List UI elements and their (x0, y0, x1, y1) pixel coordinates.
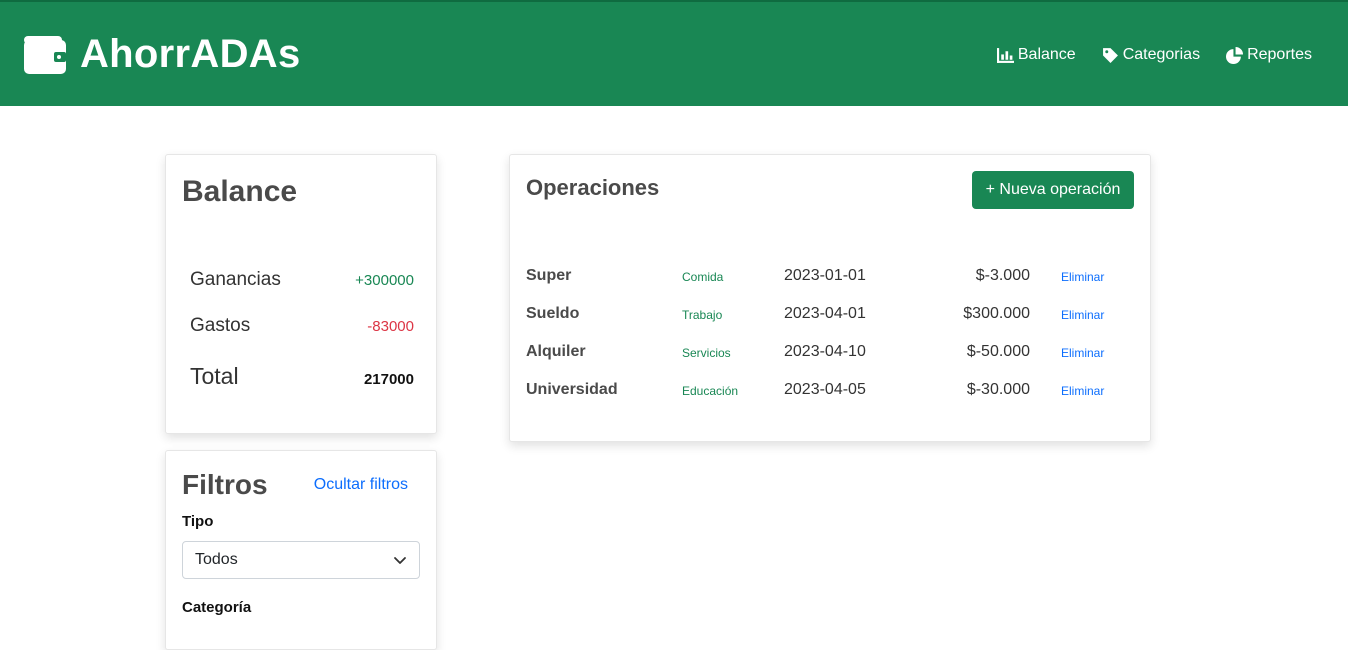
main-nav: Balance Categorias Reportes (996, 46, 1312, 64)
total-label: Total (190, 363, 239, 389)
hide-filters-link[interactable]: Ocultar filtros (314, 476, 408, 494)
navbar: AhorrADAs Balance Categorias Reportes (0, 0, 1348, 106)
nav-categorias-label: Categorias (1122, 46, 1201, 63)
nav-reportes-label: Reportes (1247, 46, 1312, 63)
operation-date: 2023-04-10 (784, 343, 866, 360)
new-operation-button[interactable]: + Nueva operación (972, 171, 1134, 209)
operation-row: Sueldo Trabajo 2023-04-01 $300.000 Elimi… (526, 303, 1136, 329)
filters-title: Filtros (182, 469, 268, 500)
ganancias-value: +300000 (355, 272, 414, 289)
operation-date: 2023-04-05 (784, 381, 866, 398)
operation-category: Trabajo (682, 308, 723, 322)
operation-date: 2023-04-01 (784, 305, 866, 322)
gastos-value: -83000 (367, 318, 414, 335)
type-label: Tipo (182, 513, 214, 530)
operation-row: Alquiler Servicios 2023-04-10 $-50.000 E… (526, 341, 1136, 367)
balance-card: Balance Ganancias +300000 Gastos -83000 … (165, 154, 437, 434)
operation-description: Sueldo (526, 305, 580, 322)
balance-row-gastos: Gastos -83000 (190, 315, 414, 337)
operations-title: Operaciones (526, 175, 660, 200)
operation-description: Super (526, 267, 572, 284)
nav-balance[interactable]: Balance (996, 46, 1076, 64)
nav-balance-label: Balance (1017, 46, 1076, 63)
gastos-label: Gastos (190, 315, 251, 336)
app-title: AhorrADAs (80, 32, 301, 76)
operation-amount: $-3.000 (975, 267, 1030, 284)
type-select[interactable]: Todos (182, 541, 420, 579)
type-select-value: Todos (195, 551, 238, 568)
operation-category: Comida (682, 270, 724, 284)
operations-card: Operaciones + Nueva operación Super Comi… (509, 154, 1151, 442)
total-value: 217000 (363, 371, 414, 388)
balance-row-total: Total 217000 (190, 363, 414, 390)
wallet-icon (24, 35, 66, 74)
balance-row-ganancias: Ganancias +300000 (190, 269, 414, 291)
operation-description: Alquiler (526, 343, 586, 360)
operation-row: Universidad Educación 2023-04-05 $-30.00… (526, 379, 1136, 405)
delete-operation-link[interactable]: Eliminar (1061, 384, 1104, 398)
delete-operation-link[interactable]: Eliminar (1061, 346, 1104, 360)
tag-icon (1102, 47, 1118, 63)
operation-date: 2023-01-01 (784, 267, 866, 284)
nav-categorias[interactable]: Categorias (1102, 46, 1200, 64)
brand[interactable]: AhorrADAs (24, 32, 301, 77)
chart-pie-icon (1226, 46, 1244, 64)
ganancias-label: Ganancias (190, 269, 281, 290)
chart-bar-icon (996, 47, 1014, 63)
delete-operation-link[interactable]: Eliminar (1061, 308, 1104, 322)
balance-title: Balance (182, 175, 298, 208)
chevron-down-icon (394, 557, 406, 564)
category-label: Categoría (182, 599, 252, 616)
operation-amount: $300.000 (963, 305, 1030, 322)
nav-reportes[interactable]: Reportes (1226, 46, 1312, 64)
operation-row: Super Comida 2023-01-01 $-3.000 Eliminar (526, 265, 1136, 291)
operation-description: Universidad (526, 381, 618, 398)
filters-card: Filtros Ocultar filtros Tipo Todos Categ… (165, 450, 437, 650)
operation-category: Servicios (682, 346, 731, 360)
operation-amount: $-50.000 (966, 343, 1030, 360)
delete-operation-link[interactable]: Eliminar (1061, 270, 1104, 284)
operation-amount: $-30.000 (966, 381, 1030, 398)
operation-category: Educación (682, 384, 739, 398)
